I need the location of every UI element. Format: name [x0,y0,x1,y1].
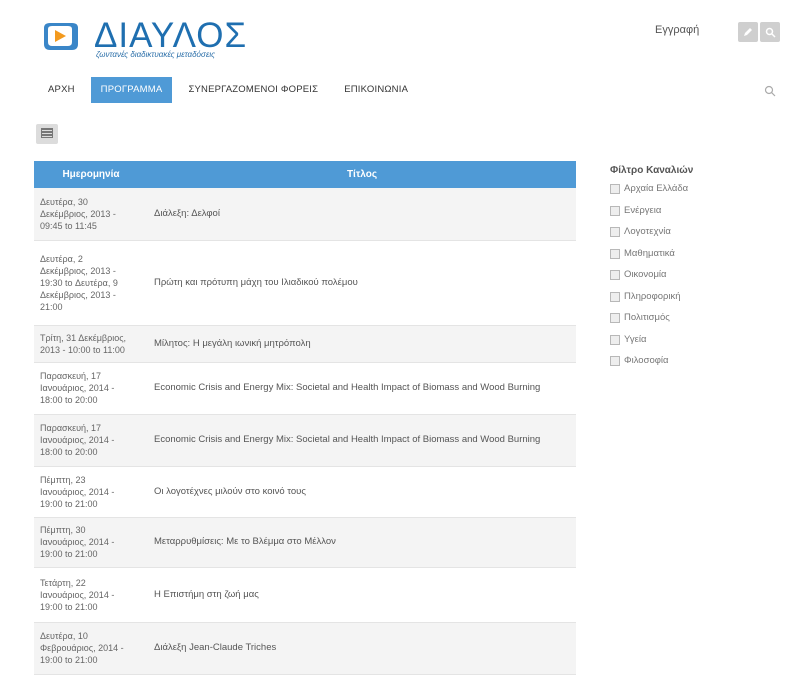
site-header: ΔΙΑΥΛΟΣ ζωντανές διαδικτυακές μεταδόσεις… [0,0,793,80]
table-row: Τετάρτη, 22 Ιανουάριος, 2014 -19:00 to 21… [34,567,576,623]
checkbox[interactable] [610,291,620,302]
main-nav: ΑΡΧΗ ΠΡΟΓΡΑΜΜΑ ΣΥΝΕΡΓΑΖΟΜΕΝΟΙ ΦΟΡΕΙΣ ΕΠΙ… [38,77,424,103]
register-link[interactable]: Εγγραφή [655,24,699,36]
event-date: Δευτέρα, 10 Φεβρουάριος, 2014 -19:00 to 2… [34,622,148,675]
filter-item-philosophy[interactable]: Φιλοσοφία [610,355,693,377]
filter-item-culture[interactable]: Πολιτισμός [610,312,693,334]
filter-item-mathematics[interactable]: Μαθηματικά [610,248,693,270]
filter-item-literature[interactable]: Λογοτεχνία [610,226,693,248]
event-date: Πέμπτη, 30 Ιανουάριος, 2014 -19:00 to 21:… [34,517,148,568]
checkbox[interactable] [610,334,620,345]
checkbox[interactable] [610,248,620,259]
filter-item-label: Αρχαία Ελλάδα [624,183,689,194]
table-row: Δευτέρα, 2 Δεκέμβριος, 2013 -19:30 to Δευ… [34,240,576,326]
filter-item-label: Λογοτεχνία [624,226,671,237]
event-title[interactable]: Διάλεξη Jean-Claude Triches [148,622,576,675]
checkbox[interactable] [610,270,620,280]
event-title[interactable]: Economic Crisis and Energy Mix: Societal… [148,414,576,467]
filter-item-label: Υγεία [624,333,647,345]
column-header-date[interactable]: Ημερομηνία [34,161,148,188]
event-title[interactable]: Διάλεξη: Δελφοί [148,188,576,241]
event-title[interactable]: Πρώτη και πρότυπη μάχη του Ιλιαδικού πολ… [148,240,576,326]
event-date: Πέμπτη, 23 Ιανουάριος, 2014 -19:00 to 21:… [34,466,148,518]
filter-title: Φίλτρο Καναλιών [610,165,694,176]
table-row: Παρασκευή, 17 Ιανουάριος, 2014 -18:00 to … [34,362,576,415]
filter-item-label: Μαθηματικά [624,247,675,259]
nav-item-contact[interactable]: ΕΠΙΚΟΙΝΩΝΙΑ [334,77,418,103]
event-date: Τρίτη, 31 Δεκέμβριος, 2013 - 10:00 to 11:… [34,325,148,363]
event-title[interactable]: Οι λογοτέχνες μιλούν στο κοινό τους [148,466,576,518]
table-row: Δευτέρα, 30 Δεκέμβριος, 2013 -09:45 to 11… [34,188,576,241]
nav-search-icon[interactable] [764,84,776,97]
calendar-view-toggle[interactable] [36,124,58,144]
nav-item-program[interactable]: ΠΡΟΓΡΑΜΜΑ [90,77,173,103]
nav-item-partners[interactable]: ΣΥΝΕΡΓΑΖΟΜΕΝΟΙ ΦΟΡΕΙΣ [178,77,328,103]
event-date: Δευτέρα, 2 Δεκέμβριος, 2013 -19:30 to Δευ… [34,240,148,326]
event-title[interactable]: Μίλητος: Η μεγάλη ιωνική μητρόπολη [148,325,576,363]
event-title[interactable]: Η Επιστήμη στη ζωή μας [148,567,576,623]
event-title[interactable]: Μεταρρυθμίσεις: Με το Βλέμμα στο Μέλλον [148,517,576,568]
checkbox[interactable] [610,205,620,216]
checkbox[interactable] [610,227,620,237]
table-row: Πέμπτη, 30 Ιανουάριος, 2014 -19:00 to 21:… [34,517,576,568]
edit-icon[interactable] [738,22,758,42]
logo-play-icon [38,20,92,56]
event-date: Δευτέρα, 30 Δεκέμβριος, 2013 -09:45 to 11… [34,188,148,241]
checkbox[interactable] [610,313,620,323]
logo-title: ΔΙΑΥΛΟΣ [94,16,248,55]
event-date: Παρασκευή, 17 Ιανουάριος, 2014 -18:00 to … [34,414,148,467]
filter-item-informatics[interactable]: Πληροφορική [610,291,693,313]
filter-item-label: Οικονομία [624,269,667,280]
checkbox[interactable] [610,184,620,194]
event-date: Παρασκευή, 17 Ιανουάριος, 2014 -18:00 to … [34,362,148,415]
list-view-icon [41,125,53,143]
nav-item-home[interactable]: ΑΡΧΗ [38,77,85,103]
event-title[interactable]: Economic Crisis and Energy Mix: Societal… [148,362,576,415]
table-row: Τρίτη, 31 Δεκέμβριος, 2013 - 10:00 to 11:… [34,325,576,363]
filter-item-health[interactable]: Υγεία [610,334,693,356]
filter-item-economics[interactable]: Οικονομία [610,269,693,291]
table-row: Δευτέρα, 10 Φεβρουάριος, 2014 -19:00 to 2… [34,622,576,675]
filter-item-label: Πληροφορική [624,290,681,302]
event-date: Τετάρτη, 22 Ιανουάριος, 2014 -19:00 to 21… [34,567,148,623]
site-logo[interactable]: ΔΙΑΥΛΟΣ ζωντανές διαδικτυακές μεταδόσεις [38,16,248,59]
search-icon[interactable] [760,22,780,42]
channel-filter: Φίλτρο Καναλιών Αρχαία Ελλάδα Ενέργεια Λ… [610,165,693,377]
table-row: Παρασκευή, 17 Ιανουάριος, 2014 -18:00 to … [34,414,576,467]
filter-item-energy[interactable]: Ενέργεια [610,205,693,227]
filter-item-ancient-greece[interactable]: Αρχαία Ελλάδα [610,183,693,205]
column-header-title[interactable]: Τίτλος [148,161,576,188]
filter-item-label: Ενέργεια [624,204,662,216]
filter-item-label: Φιλοσοφία [624,355,669,366]
events-table: Ημερομηνία Τίτλος Δευτέρα, 30 Δεκέμβριος,… [34,161,576,675]
filter-item-label: Πολιτισμός [624,312,670,323]
checkbox[interactable] [610,356,620,366]
table-row: Πέμπτη, 23 Ιανουάριος, 2014 -19:00 to 21:… [34,466,576,518]
